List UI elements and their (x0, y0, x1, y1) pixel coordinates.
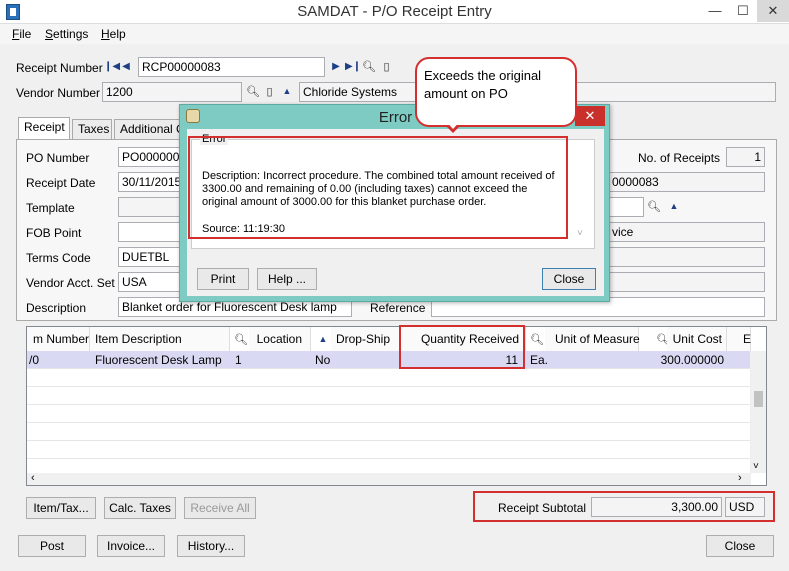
col-drop-ship[interactable]: Drop-Ship (331, 327, 401, 351)
search-icon[interactable]: 🔍︎ (234, 333, 248, 347)
receipt-date-field[interactable]: 30/11/2015 (118, 172, 183, 192)
close-window-button[interactable]: ✕ (757, 0, 789, 22)
table-row[interactable]: /0 Fluorescent Desk Lamp 1 No 11 Ea. 300… (27, 351, 751, 369)
menu-settings[interactable]: Settings (45, 27, 88, 41)
error-highlight-box (188, 136, 568, 239)
post-button[interactable]: Post (18, 535, 86, 557)
table-row[interactable] (27, 423, 751, 441)
cell-unit-cost: 300.000000 (660, 353, 724, 367)
receive-all-button[interactable]: Receive All (184, 497, 256, 519)
search-icon[interactable]: 🔍︎ (647, 200, 661, 214)
quantity-highlight-box (399, 325, 525, 369)
search-icon[interactable]: 🔍︎ (362, 60, 376, 74)
right-field-3 (608, 247, 765, 267)
dialog-close-icon[interactable]: ✕ (575, 106, 605, 126)
vertical-scrollbar[interactable]: ˅ (750, 351, 766, 473)
cell-location: 1 (235, 353, 242, 367)
next-record-icon[interactable]: ▶ (330, 61, 342, 72)
previous-record-icon[interactable]: ◀ (120, 61, 132, 72)
maximize-button[interactable]: ☐ (728, 0, 758, 22)
no-of-receipts-field: 1 (726, 147, 765, 167)
history-button[interactable]: History... (177, 535, 245, 557)
template-label: Template (26, 201, 75, 215)
calc-taxes-button[interactable]: Calc. Taxes (104, 497, 176, 519)
receipt-date-label: Receipt Date (26, 176, 96, 190)
col-item-description[interactable]: Item Description (90, 327, 230, 351)
terms-code-field[interactable]: DUETBL (118, 247, 183, 267)
receipt-detail-grid[interactable]: m Number Item Description 🔍︎ Location ▲ … (26, 326, 767, 486)
zoom-up-icon[interactable]: ▲ (281, 86, 293, 96)
first-record-icon[interactable]: ❙◀ (104, 61, 120, 72)
cell-drop-ship: No (315, 353, 331, 367)
right-description-field: vice (608, 222, 765, 242)
invoice-button[interactable]: Invoice... (97, 535, 165, 557)
table-row[interactable] (27, 369, 751, 387)
vendor-acct-set-label: Vendor Acct. Set (26, 276, 115, 290)
reference-label: Reference (370, 301, 426, 315)
last-record-icon[interactable]: ▶❙ (345, 61, 361, 72)
receipt-subtotal-label: Receipt Subtotal (498, 501, 587, 515)
table-row[interactable] (27, 387, 751, 405)
minimize-button[interactable]: — (700, 0, 730, 22)
col-location[interactable]: Location (249, 327, 311, 351)
title-bar: SAMDAT - P/O Receipt Entry — ☐ ✕ (0, 0, 789, 24)
vendor-number-field[interactable]: 1200 (102, 82, 242, 102)
annotation-callout: Exceeds the original amount on PO (415, 57, 577, 127)
callout-tail-inner (443, 118, 463, 129)
terms-code-label: Terms Code (26, 251, 91, 265)
window-title: SAMDAT - P/O Receipt Entry (297, 3, 492, 20)
tab-taxes[interactable]: Taxes (72, 119, 112, 140)
zoom-up-icon[interactable]: ▲ (317, 334, 329, 344)
close-button[interactable]: Close (706, 535, 774, 557)
receipt-number-field[interactable]: RCP00000083 (138, 57, 325, 77)
fob-point-label: FOB Point (26, 226, 82, 240)
menu-help[interactable]: Help (101, 27, 126, 41)
menu-bar: File Settings Help (0, 24, 789, 44)
po-number-field[interactable]: PO000000 (118, 147, 183, 167)
table-row[interactable] (27, 405, 751, 423)
col-unit-cost[interactable]: Unit Cost (667, 327, 727, 351)
horizontal-scrollbar[interactable]: ‹ › (27, 472, 751, 485)
tab-additional-cost[interactable]: Additional Co (114, 119, 186, 140)
receipt-number-label: Receipt Number (16, 61, 103, 75)
col-extra[interactable]: E (727, 327, 751, 351)
scroll-down-icon: ˅ (577, 228, 583, 239)
dialog-close-button[interactable]: Close (542, 268, 596, 290)
cell-unit-of-measure: Ea. (530, 353, 549, 367)
fob-point-field[interactable] (118, 222, 183, 242)
search-icon[interactable]: 🔍︎ (246, 85, 260, 99)
print-button[interactable]: Print (197, 268, 249, 290)
col-item-number[interactable]: m Number (27, 327, 90, 351)
currency-field: USD (725, 497, 765, 517)
po-number-label: PO Number (26, 151, 90, 165)
tab-receipt[interactable]: Receipt (18, 117, 70, 140)
receipt-subtotal-field: 3,300.00 (591, 497, 722, 517)
right-lookup-field[interactable] (608, 197, 644, 217)
scroll-thumb[interactable] (754, 391, 763, 407)
template-field[interactable] (118, 197, 183, 217)
description-label: Description (26, 301, 87, 315)
document-icon[interactable]: ▯ (263, 85, 276, 99)
scroll-right-icon[interactable]: › (738, 472, 742, 484)
new-document-icon[interactable]: ▯ (380, 60, 393, 74)
po-number-right-field: 0000083 (608, 172, 765, 192)
scroll-down-icon[interactable]: ˅ (753, 461, 759, 472)
search-icon[interactable]: 🔍︎ (530, 333, 544, 347)
vendor-acct-set-field[interactable]: USA (118, 272, 183, 292)
vendor-number-label: Vendor Number (16, 86, 101, 100)
scroll-left-icon[interactable]: ‹ (31, 472, 35, 484)
cell-item-number: /0 (29, 353, 40, 367)
cell-item-description: Fluorescent Desk Lamp (95, 353, 222, 367)
item-tax-button[interactable]: Item/Tax... (26, 497, 96, 519)
right-field-4 (608, 272, 765, 292)
table-row[interactable] (27, 441, 751, 459)
zoom-up-icon[interactable]: ▲ (668, 201, 680, 211)
menu-file[interactable]: File (12, 27, 31, 41)
no-of-receipts-label: No. of Receipts (638, 151, 721, 165)
col-unit-of-measure[interactable]: Unit of Measure (545, 327, 640, 351)
help-button[interactable]: Help ... (257, 268, 317, 290)
